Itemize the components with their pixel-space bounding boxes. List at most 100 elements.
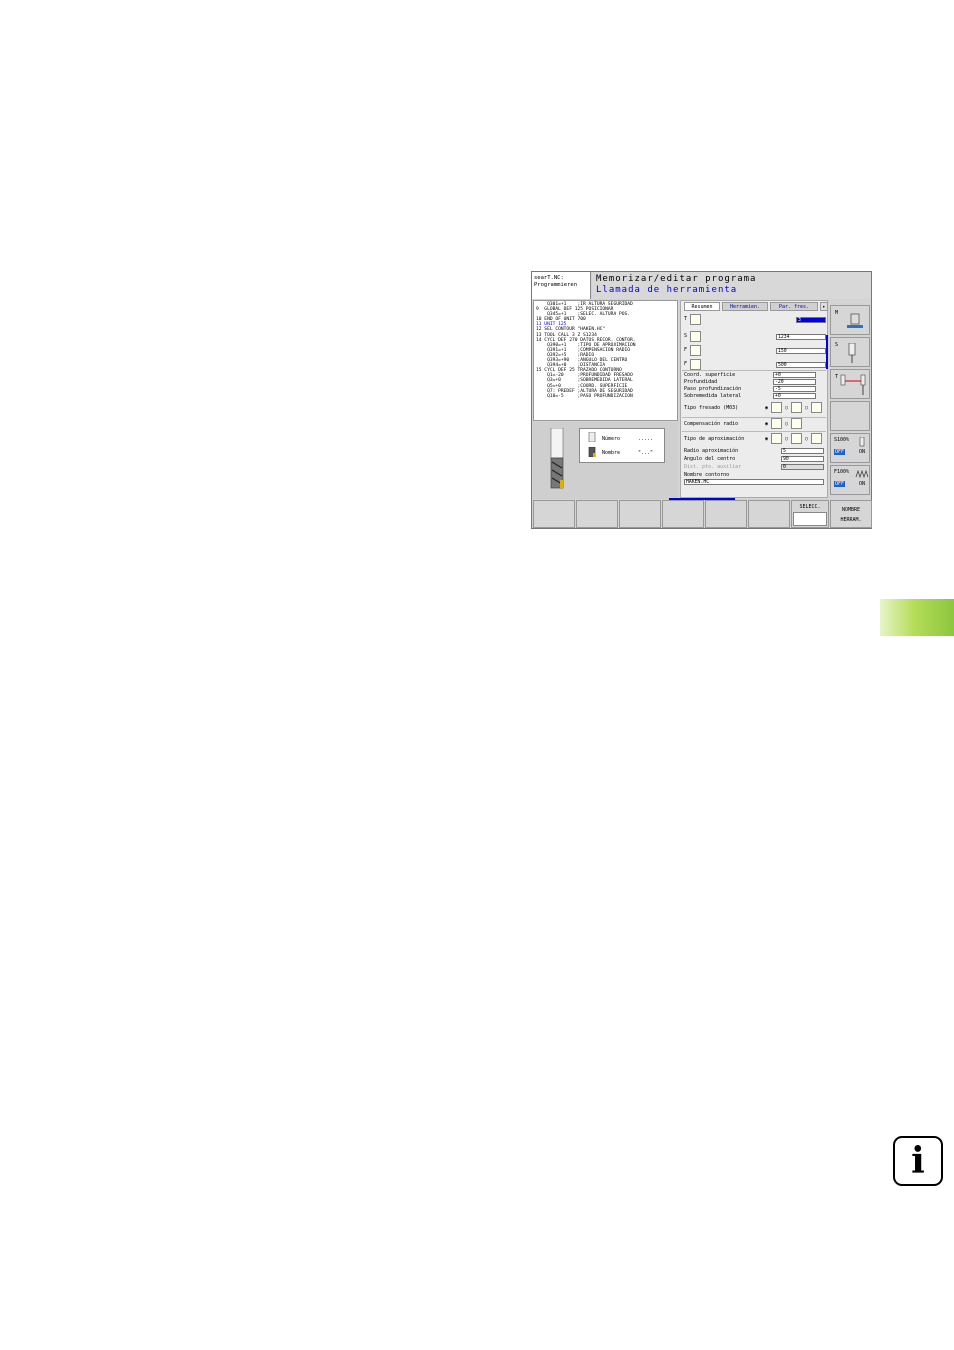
tipo-aprox-label: Tipo de aproximación (684, 436, 745, 442)
softkey-s[interactable]: S (830, 337, 870, 367)
program-listing[interactable]: Q301=+1 ;IR ALTURA SEGURIDAD 9 GLOBAL DEF… (533, 300, 678, 421)
off-badge: OFF (834, 481, 846, 487)
softkey-1[interactable] (533, 500, 575, 528)
s-field[interactable]: 1234 (776, 334, 826, 340)
radio-unselected[interactable]: ○ (785, 405, 788, 411)
nombre-contorno-label: Nombre contorno (684, 472, 730, 478)
feed-icon[interactable] (690, 359, 701, 370)
tab-herramien[interactable]: Herramien. (722, 302, 768, 311)
radio-unselected[interactable]: ○ (785, 421, 788, 427)
spindle-icon[interactable] (690, 331, 701, 342)
s-label: S (835, 342, 839, 348)
softkey-t[interactable]: T (830, 369, 870, 399)
f100-label: F100% (834, 469, 850, 475)
tab-resumen[interactable]: Resumen (684, 302, 720, 311)
feed-wave-icon (855, 469, 869, 479)
radius-comp-left-icon[interactable] (771, 418, 782, 429)
m-label: M (835, 310, 839, 316)
s100-label: S100% (834, 437, 850, 443)
numero-label: Número (602, 436, 621, 442)
softkey-nombre-herram[interactable]: NOMBRE HERRAM. (830, 500, 872, 528)
paso-field[interactable]: -5 (773, 386, 816, 392)
f1-field[interactable]: 150 (776, 348, 826, 354)
nombre-value: "..." (638, 450, 654, 456)
coord-field[interactable]: +0 (773, 372, 816, 378)
softkey-6[interactable] (748, 500, 790, 528)
tool-table-icon (793, 512, 827, 526)
info-icon: i (893, 1136, 943, 1186)
radio-unselected[interactable]: ○ (785, 436, 788, 442)
prof-field[interactable]: -20 (773, 379, 816, 385)
tab-scroll-right[interactable]: ▸ (820, 302, 828, 311)
softkey-3[interactable] (619, 500, 661, 528)
softkey-spindle-override[interactable]: S100% OFF ON (830, 433, 870, 463)
tool-number-icon (588, 432, 596, 442)
separator (682, 417, 826, 418)
approach-tangential-icon[interactable] (771, 433, 782, 444)
form-tabs: Resumen Herramien. Par. fres. ▸ (681, 301, 829, 312)
title-main: Memorizar/editar programa (596, 274, 757, 284)
dist-field[interactable]: 0 (781, 464, 824, 470)
program-line[interactable]: Q10=-5 ;PASO PROFUNDIZACION (536, 394, 675, 399)
radio-selected[interactable]: ◉ (765, 405, 768, 411)
vertical-softkeys: M S T S100% OFF ON F100% OFF ON (829, 300, 871, 497)
softkey-m[interactable]: M (830, 305, 870, 335)
title-sub: Llamada de herramienta (596, 285, 738, 295)
softkey-feed-override[interactable]: F100% OFF ON (830, 465, 870, 495)
mixed-milling-icon[interactable] (811, 402, 822, 413)
t-label: T (684, 316, 688, 322)
paso-label: Paso profundización (684, 386, 742, 392)
sobre-field[interactable]: +0 (773, 393, 816, 399)
tool-name-icon (588, 447, 596, 457)
tab-par-fres[interactable]: Par. fres. (770, 302, 818, 311)
plunge-feed-icon[interactable] (690, 345, 701, 356)
cnc-screen: searT.NC: Programmieren Memorizar/editar… (531, 271, 872, 529)
coord-label: Coord. superficie (684, 372, 736, 378)
softkey-4[interactable] (662, 500, 704, 528)
screen-header: searT.NC: Programmieren Memorizar/editar… (532, 272, 871, 299)
mode-name: Programmieren (534, 282, 578, 288)
radio-aprox-field[interactable]: 5 (781, 448, 824, 454)
softkey-2[interactable] (576, 500, 618, 528)
dist-label: Dist. pto. auxiliar (684, 464, 742, 470)
horizontal-softkeys: SELECC. NOMBRE HERRAM. (533, 500, 872, 528)
softkey-empty[interactable] (830, 401, 870, 431)
radius-comp-right-icon[interactable] (791, 418, 802, 429)
nombre-contorno-field[interactable]: HAKEN.HC (684, 479, 824, 485)
radio-selected[interactable]: ◉ (765, 421, 768, 427)
on-label: ON (859, 449, 866, 455)
tool-icon[interactable] (690, 314, 701, 325)
tool-axis-icon (840, 374, 866, 395)
t-field[interactable]: 3 (796, 317, 826, 323)
radio-unselected[interactable]: ○ (805, 436, 808, 442)
approach-line-icon[interactable] (811, 433, 822, 444)
chapter-tab (880, 599, 954, 636)
f2-field[interactable]: 500 (776, 362, 826, 368)
f1-label: F (684, 347, 688, 353)
sobre-label: Sobremedida lateral (684, 393, 742, 399)
off-badge: OFF (834, 449, 846, 455)
angulo-field[interactable]: 90 (781, 456, 824, 462)
separator (682, 370, 826, 371)
softkey-selecc[interactable]: SELECC. (791, 500, 829, 528)
radio-aprox-label: Radio aproximación (684, 448, 739, 454)
nombre-label-2: HERRAM. (840, 517, 862, 523)
tool-graphic: Número ..... Nombre "..." (533, 422, 678, 499)
screen-title: Memorizar/editar programa Llamada de her… (592, 272, 871, 299)
comp-radio-label: Compensación radio (684, 421, 739, 427)
softkey-5[interactable] (705, 500, 747, 528)
radio-unselected[interactable]: ○ (805, 405, 808, 411)
radio-selected[interactable]: ◉ (765, 436, 768, 442)
climb-milling-icon[interactable] (771, 402, 782, 413)
selecc-label: SELECC. (799, 504, 821, 510)
up-cut-milling-icon[interactable] (791, 402, 802, 413)
numero-value: ..... (638, 436, 654, 442)
nombre-label: Nombre (602, 450, 621, 456)
m-function-icon (847, 313, 863, 328)
t-label: T (835, 374, 839, 380)
f2-label: F (684, 361, 688, 367)
softkey-bar-indicator (669, 498, 735, 500)
form-scrollbar[interactable] (826, 335, 828, 369)
approach-arc-icon[interactable] (791, 433, 802, 444)
spindle-tool-icon (848, 343, 856, 363)
